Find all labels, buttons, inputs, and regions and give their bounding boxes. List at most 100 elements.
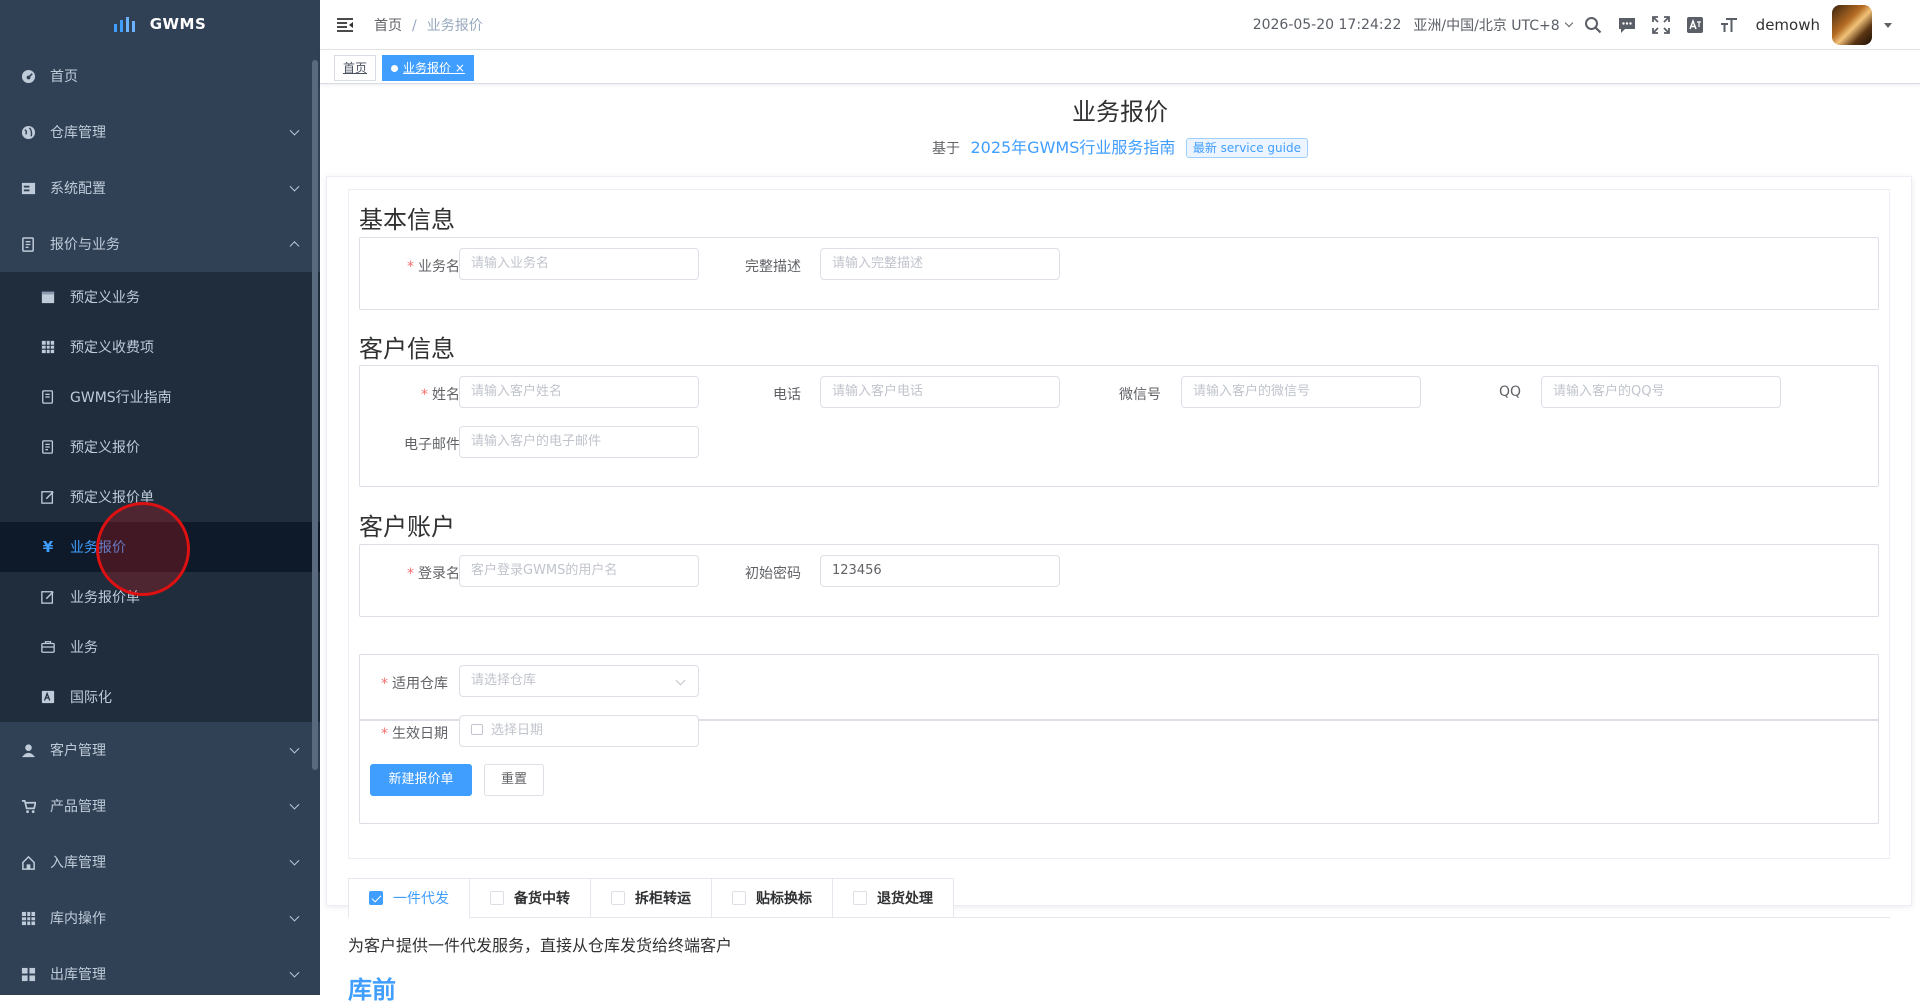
sidebar-item-warehouse[interactable]: 仓库管理 (0, 104, 320, 160)
login-name-input[interactable]: 客户登录GWMS的用户名 (459, 555, 699, 587)
tab-dropshipping[interactable]: 一件代发 (348, 878, 469, 918)
globe-icon (20, 124, 36, 140)
sidebar-subitem-label: GWMS行业指南 (70, 387, 172, 407)
tab-label: 备货中转 (514, 888, 570, 908)
search-icon[interactable] (1584, 16, 1602, 34)
caret-down-icon[interactable] (1884, 23, 1892, 28)
page-subtitle: 基于 2025年GWMS行业服务指南 最新 service guide (320, 134, 1920, 158)
chevron-down-icon (290, 856, 300, 866)
sidebar-subitem-i18n[interactable]: 国际化 (0, 672, 320, 722)
close-icon[interactable]: × (455, 61, 465, 75)
logo-text: GWMS (150, 15, 207, 33)
click-indicator (96, 502, 190, 596)
briefcase-icon (40, 639, 56, 655)
password-input[interactable]: 123456 (820, 555, 1060, 587)
chevron-down-icon (290, 912, 300, 922)
tag-business-quote[interactable]: 业务报价 × (382, 55, 474, 81)
font-size-icon[interactable] (1720, 16, 1738, 34)
section-title-customer: 客户信息 (359, 329, 455, 364)
edit-icon (40, 589, 56, 605)
guide-link[interactable]: 2025年GWMS行业服务指南 (970, 138, 1175, 157)
tab-description: 为客户提供一件代发服务，直接从仓库发货给终端客户 (348, 932, 732, 956)
phone-input[interactable]: 请输入客户电话 (820, 376, 1060, 408)
tabs-underline (788, 917, 1890, 918)
fullscreen-icon[interactable] (1652, 16, 1670, 34)
translate-icon[interactable] (1686, 16, 1704, 34)
chevron-down-icon (676, 676, 686, 686)
breadcrumb-home[interactable]: 首页 (374, 18, 402, 34)
checkbox[interactable] (611, 891, 625, 905)
create-quote-button[interactable]: 新建报价单 (370, 764, 472, 796)
warehouse-select[interactable]: 请选择仓库 (459, 665, 699, 697)
chevron-down-icon (290, 800, 300, 810)
app-logo[interactable]: GWMS (0, 0, 320, 48)
dashboard-icon (20, 68, 36, 84)
sidebar-subitem-predefined-fees[interactable]: 预定义收费项 (0, 322, 320, 372)
wechat-label: 微信号 (1081, 384, 1161, 404)
sidebar-subitem-predefined-business[interactable]: 预定义业务 (0, 272, 320, 322)
tag-home[interactable]: 首页 (334, 55, 376, 81)
tab-relabel[interactable]: 贴标换标 (711, 878, 832, 918)
sidebar-subitem-label: 国际化 (70, 687, 112, 707)
sidebar-subitem-predefined-quote[interactable]: 预定义报价 (0, 422, 320, 472)
doc-icon (40, 439, 56, 455)
customer-name-input[interactable]: 请输入客户姓名 (459, 376, 699, 408)
server-icon (20, 180, 36, 196)
breadcrumb: 首页 / 业务报价 (374, 15, 483, 35)
checkbox[interactable] (732, 891, 746, 905)
logo-icon (114, 16, 136, 32)
calendar-icon (471, 724, 483, 735)
yen-icon: ¥ (40, 539, 56, 555)
sidebar-item-product[interactable]: 产品管理 (0, 778, 320, 834)
avatar[interactable] (1832, 5, 1872, 45)
timezone-label: 亚洲/中国/北京 UTC+8 (1413, 15, 1559, 35)
checkbox[interactable] (490, 891, 504, 905)
sidebar-subitem-industry-guide[interactable]: GWMS行业指南 (0, 372, 320, 422)
reset-button[interactable]: 重置 (484, 764, 544, 796)
chevron-down-icon (290, 182, 300, 192)
guide-icon (40, 389, 56, 405)
checkbox-checked[interactable] (369, 891, 383, 905)
sidebar-item-home[interactable]: 首页 (0, 48, 320, 104)
timezone-select[interactable]: 亚洲/中国/北京 UTC+8 (1413, 15, 1571, 35)
email-input[interactable]: 请输入客户的电子邮件 (459, 426, 699, 458)
email-label: 电子邮件 (380, 434, 460, 454)
sidebar-item-system-config[interactable]: 系统配置 (0, 160, 320, 216)
breadcrumb-current: 业务报价 (427, 18, 483, 34)
qq-label: QQ (1441, 384, 1521, 400)
username[interactable]: demowh (1756, 16, 1820, 34)
navbar: 首页/业务报价 2026-05-20 17:24:22 亚洲/中国/北京 UTC… (320, 0, 1920, 50)
business-name-input[interactable]: 请输入业务名 (459, 248, 699, 280)
warehouse-placeholder: 请选择仓库 (471, 673, 536, 688)
sidebar-item-label: 报价与业务 (50, 234, 120, 254)
sidebar-item-label: 首页 (50, 66, 78, 86)
cart-icon (20, 798, 36, 814)
hamburger-icon[interactable] (336, 17, 354, 33)
active-dot-icon (391, 65, 398, 72)
effective-date-picker[interactable]: 选择日期 (459, 715, 699, 747)
sidebar-item-inbound[interactable]: 入库管理 (0, 834, 320, 890)
sidebar-item-label: 入库管理 (50, 852, 106, 872)
based-on-text: 基于 (932, 141, 960, 157)
sidebar-item-outbound[interactable]: 出库管理 (0, 946, 320, 995)
tab-devanning[interactable]: 拆柜转运 (590, 878, 711, 918)
breadcrumb-separator: / (412, 18, 417, 34)
wechat-input[interactable]: 请输入客户的微信号 (1181, 376, 1421, 408)
table-icon (40, 339, 56, 355)
home-icon (20, 854, 36, 870)
sidebar-item-quote-business[interactable]: 报价与业务 (0, 216, 320, 272)
sidebar-item-customer[interactable]: 客户管理 (0, 722, 320, 778)
qq-input[interactable]: 请输入客户的QQ号 (1541, 376, 1781, 408)
sidebar-subitem-business[interactable]: 业务 (0, 622, 320, 672)
chevron-up-icon (290, 241, 300, 251)
description-input[interactable]: 请输入完整描述 (820, 248, 1060, 280)
message-icon[interactable] (1618, 16, 1636, 34)
sidebar-item-label: 库内操作 (50, 908, 106, 928)
tab-returns[interactable]: 退货处理 (832, 878, 954, 918)
tag-label: 业务报价 (403, 61, 451, 75)
tab-stock-transfer[interactable]: 备货中转 (469, 878, 590, 918)
sidebar-item-in-warehouse[interactable]: 库内操作 (0, 890, 320, 946)
checkbox[interactable] (853, 891, 867, 905)
submenu-quote-business: 预定义业务 预定义收费项 GWMS行业指南 预定义报价 预定义报价单 ¥ 业务报… (0, 272, 320, 722)
guide-badge[interactable]: 最新 service guide (1186, 138, 1308, 158)
